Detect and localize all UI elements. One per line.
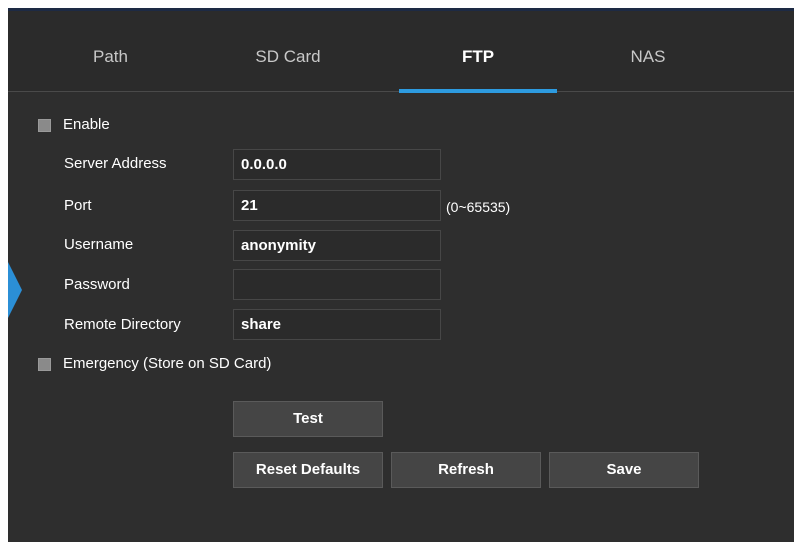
username-input[interactable]: anonymity <box>233 230 441 261</box>
password-input[interactable] <box>233 269 441 300</box>
remote-directory-label: Remote Directory <box>64 316 181 333</box>
port-input[interactable]: 21 <box>233 190 441 221</box>
server-address-input[interactable]: 0.0.0.0 <box>233 149 441 180</box>
tab-ftp[interactable]: FTP <box>399 11 557 93</box>
remote-directory-input[interactable]: share <box>233 309 441 340</box>
username-label: Username <box>64 236 134 253</box>
test-button[interactable]: Test <box>233 401 383 437</box>
emergency-checkbox[interactable] <box>38 358 51 371</box>
refresh-button[interactable]: Refresh <box>391 452 541 488</box>
enable-label: Enable <box>63 116 110 133</box>
port-range-hint: (0~65535) <box>446 199 511 215</box>
server-address-label: Server Address <box>64 155 167 172</box>
emergency-label: Emergency (Store on SD Card) <box>63 355 272 372</box>
tab-nas[interactable]: NAS <box>588 11 708 91</box>
password-label: Password <box>64 276 130 293</box>
enable-checkbox[interactable] <box>38 119 51 132</box>
port-label: Port <box>64 197 92 214</box>
tab-sd-card[interactable]: SD Card <box>213 11 363 91</box>
save-button[interactable]: Save <box>549 452 699 488</box>
reset-defaults-button[interactable]: Reset Defaults <box>233 452 383 488</box>
tab-bar: Path SD Card FTP NAS <box>8 11 794 93</box>
expand-arrow-icon[interactable] <box>8 262 22 318</box>
tab-path[interactable]: Path <box>48 11 173 91</box>
